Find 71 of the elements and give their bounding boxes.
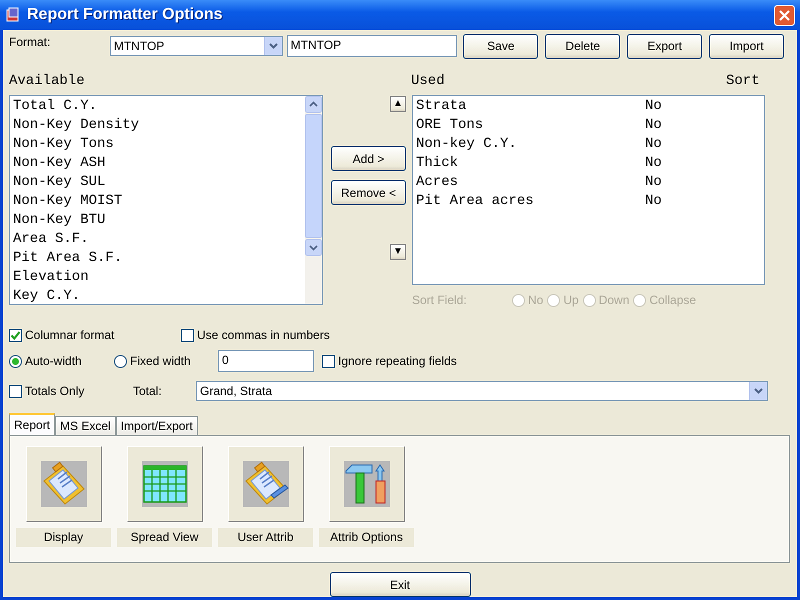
- list-item[interactable]: Non-Key BTU: [13, 211, 302, 230]
- spreadsheet-icon: [142, 461, 188, 507]
- window-title: Report Formatter Options: [27, 6, 224, 24]
- sort-value: No: [645, 97, 662, 116]
- sort-value: No: [645, 173, 662, 192]
- move-up-button[interactable]: ▲: [390, 96, 406, 112]
- columnar-format-checkbox[interactable]: Columnar format: [9, 328, 181, 342]
- sort-value: No: [645, 116, 662, 135]
- clipboard-icon: [243, 461, 289, 507]
- field-name[interactable]: Non-key C.Y.: [416, 135, 645, 154]
- list-item[interactable]: Elevation: [13, 268, 302, 287]
- sort-value: No: [645, 154, 662, 173]
- list-item[interactable]: Non-Key SUL: [13, 173, 302, 192]
- format-dropdown[interactable]: MTNTOP: [110, 36, 283, 56]
- fixed-width-field[interactable]: 0: [218, 350, 314, 372]
- format-name-field[interactable]: MTNTOP: [286, 35, 458, 57]
- sort-value: No: [645, 192, 662, 211]
- remove-button[interactable]: Remove <: [331, 180, 406, 205]
- format-label: Format:: [9, 35, 52, 49]
- list-item[interactable]: Key C.Y.: [13, 287, 302, 304]
- tool-label: User Attrib: [218, 528, 313, 547]
- tool-label: Spread View: [117, 528, 212, 547]
- move-down-button[interactable]: ▼: [390, 244, 406, 260]
- scroll-down-icon[interactable]: [305, 239, 322, 256]
- list-item[interactable]: Area S.F.: [13, 230, 302, 249]
- field-name[interactable]: Pit Area acres: [416, 192, 645, 211]
- tool-button[interactable]: [228, 446, 304, 522]
- tab[interactable]: Import/Export: [116, 416, 198, 435]
- list-item[interactable]: Non-Key ASH: [13, 154, 302, 173]
- total-dropdown[interactable]: Grand, Strata: [196, 381, 768, 401]
- field-name[interactable]: Thick: [416, 154, 645, 173]
- toolbar-button[interactable]: Import: [709, 34, 784, 58]
- sort-heading: Sort: [726, 73, 760, 89]
- list-item[interactable]: Total C.Y.: [13, 97, 302, 116]
- hammer-wrench-icon: [344, 461, 390, 507]
- list-item[interactable]: Non-Key MOIST: [13, 192, 302, 211]
- scroll-thumb[interactable]: [305, 114, 322, 238]
- app-icon: [5, 7, 21, 23]
- use-commas-checkbox[interactable]: Use commas in numbers: [181, 328, 330, 342]
- toolbar-button[interactable]: Save: [463, 34, 538, 58]
- width-radio[interactable]: Auto-width: [9, 354, 110, 368]
- checkmark-icon: [10, 330, 21, 340]
- width-radio[interactable]: Fixed width: [114, 354, 214, 368]
- toolbar-button[interactable]: Delete: [545, 34, 620, 58]
- list-item[interactable]: Non-Key Tons: [13, 135, 302, 154]
- scroll-up-icon[interactable]: [305, 96, 322, 113]
- totals-only-checkbox[interactable]: Totals Only: [9, 384, 133, 398]
- tool-button[interactable]: [127, 446, 203, 522]
- list-item[interactable]: Non-Key Density: [13, 116, 302, 135]
- toolbar-button[interactable]: Export: [627, 34, 702, 58]
- total-label: Total:: [133, 384, 163, 398]
- clipboard-icon: [41, 461, 87, 507]
- field-name[interactable]: ORE Tons: [416, 116, 645, 135]
- available-heading: Available: [9, 73, 86, 89]
- add-button[interactable]: Add >: [331, 146, 406, 171]
- scrollbar[interactable]: [305, 96, 322, 304]
- close-icon[interactable]: [774, 4, 795, 26]
- field-name[interactable]: Strata: [416, 97, 645, 116]
- tool-label: Attrib Options: [319, 528, 414, 547]
- exit-button[interactable]: Exit: [330, 572, 470, 597]
- tool-button[interactable]: [26, 446, 102, 522]
- used-heading: Used: [411, 73, 446, 89]
- field-name[interactable]: Acres: [416, 173, 645, 192]
- list-item[interactable]: Pit Area S.F.: [13, 249, 302, 268]
- sort-value: No: [645, 135, 662, 154]
- tool-button[interactable]: [329, 446, 405, 522]
- tab[interactable]: MS Excel: [55, 416, 116, 435]
- tool-label: Display: [16, 528, 111, 547]
- ignore-repeating-checkbox[interactable]: Ignore repeating fields: [322, 354, 457, 368]
- sort-field-label: Sort Field:: [412, 293, 468, 307]
- tab[interactable]: Report: [9, 413, 56, 435]
